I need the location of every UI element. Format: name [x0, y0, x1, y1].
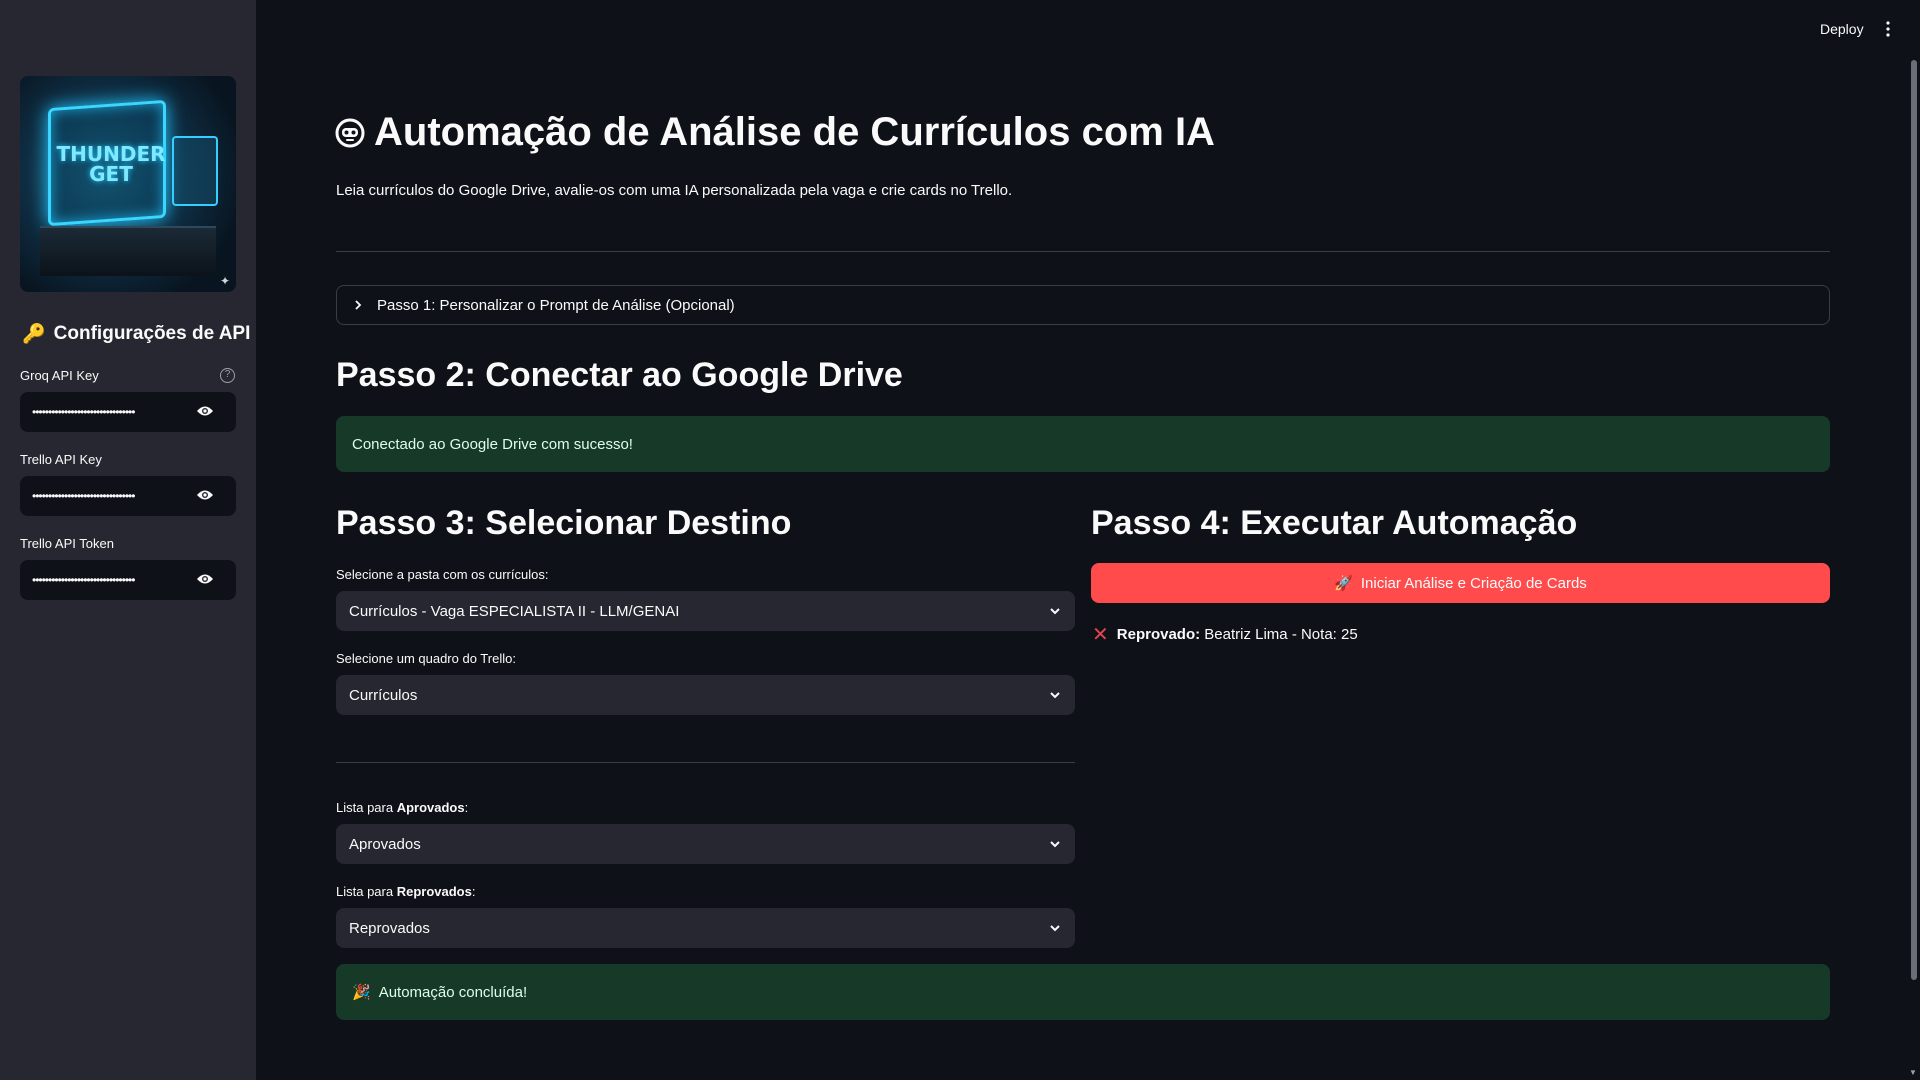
result-detail: Beatriz Lima - Nota: 25	[1204, 626, 1358, 643]
step3-heading: Passo 3: Selecionar Destino	[336, 504, 792, 542]
chevron-down-icon	[1050, 841, 1060, 848]
rejected-label-suffix: :	[471, 884, 476, 899]
groq-api-key-label: Groq API Key	[20, 368, 99, 383]
page-title: Automação de Análise de Currículos com I…	[334, 110, 1215, 155]
logo-panel-shape	[172, 136, 218, 206]
eye-icon[interactable]	[196, 489, 214, 501]
start-analysis-label: Iniciar Análise e Criação de Cards	[1360, 574, 1587, 592]
scroll-down-arrow-icon[interactable]: ▼	[1909, 1068, 1917, 1077]
rejected-list-value: Reprovados	[349, 919, 430, 937]
trello-api-token-input[interactable]: ••••••••••••••••••••••••••••••••	[20, 560, 236, 600]
board-select[interactable]: Currículos	[336, 675, 1075, 715]
board-select-value: Currículos	[349, 686, 418, 704]
help-icon[interactable]: ?	[220, 368, 235, 383]
step1-label: Passo 1: Personalizar o Prompt de Anális…	[377, 296, 735, 314]
step1-prompt-expander[interactable]: Passo 1: Personalizar o Prompt de Anális…	[336, 285, 1830, 325]
trello-api-token-label: Trello API Token	[20, 536, 114, 551]
divider	[336, 762, 1075, 763]
party-popper-icon: 🎉	[352, 984, 371, 1001]
trello-api-key-value: ••••••••••••••••••••••••••••••••	[32, 489, 135, 503]
approved-label-bold: Aprovados	[396, 800, 465, 815]
logo-desk-shape	[40, 226, 216, 276]
page-subtitle: Leia currículos do Google Drive, avalie-…	[336, 182, 1013, 199]
folder-select[interactable]: Currículos - Vaga ESPECIALISTA II - LLM/…	[336, 591, 1075, 631]
folder-select-value: Currículos - Vaga ESPECIALISTA II - LLM/…	[349, 602, 680, 620]
approved-label-prefix: Lista para	[336, 800, 397, 815]
trello-api-token-value: ••••••••••••••••••••••••••••••••	[32, 573, 135, 587]
x-mark-icon: ✕	[1092, 624, 1109, 646]
approved-list-label: Lista para Aprovados:	[336, 800, 468, 815]
divider	[336, 251, 1830, 252]
groq-api-key-input[interactable]: ••••••••••••••••••••••••••••••••	[20, 392, 236, 432]
scrollbar[interactable]	[1911, 60, 1917, 980]
page-title-text: Automação de Análise de Currículos com I…	[374, 110, 1215, 154]
rejected-list-label: Lista para Reprovados:	[336, 884, 475, 899]
app-root: THUNDER GET ✦ 🔑 Configurações de API Gro…	[0, 0, 1920, 1080]
approved-list-select[interactable]: Aprovados	[336, 824, 1075, 864]
robot-face-icon	[335, 118, 365, 147]
trello-api-key-input[interactable]: ••••••••••••••••••••••••••••••••	[20, 476, 236, 516]
folder-select-label: Selecione a pasta com os currículos:	[336, 567, 549, 582]
sparkle-icon: ✦	[219, 274, 230, 288]
start-analysis-button[interactable]: 🚀 Iniciar Análise e Criação de Cards	[1091, 563, 1830, 603]
logo-text: THUNDER GET	[56, 142, 166, 186]
result-item: ✕ Reprovado: Beatriz Lima - Nota: 25	[1092, 622, 1358, 647]
sidebar-logo-image: THUNDER GET ✦	[20, 76, 236, 292]
api-settings-title: 🔑 Configurações de API	[22, 322, 250, 346]
eye-icon[interactable]	[196, 405, 214, 417]
rejected-label-bold: Reprovados	[396, 884, 472, 899]
automation-complete-text: Automação concluída!	[378, 983, 528, 1001]
groq-api-key-value: ••••••••••••••••••••••••••••••••	[32, 405, 135, 419]
rejected-list-select[interactable]: Reprovados	[336, 908, 1075, 948]
rocket-icon: 🚀	[1334, 575, 1353, 592]
eye-icon[interactable]	[196, 573, 214, 585]
result-status: Reprovado:	[1116, 626, 1201, 643]
rejected-label-prefix: Lista para	[336, 884, 397, 899]
chevron-down-icon	[1050, 925, 1060, 932]
trello-api-key-label: Trello API Key	[20, 452, 102, 467]
approved-label-suffix: :	[464, 800, 469, 815]
approved-list-value: Aprovados	[349, 835, 421, 853]
board-select-label: Selecione um quadro do Trello:	[336, 651, 516, 666]
key-icon: 🔑	[22, 324, 46, 345]
step4-heading: Passo 4: Executar Automação	[1091, 504, 1578, 542]
chevron-down-icon	[1050, 608, 1060, 615]
step2-heading: Passo 2: Conectar ao Google Drive	[336, 356, 903, 394]
deploy-button[interactable]: Deploy	[1820, 21, 1864, 37]
api-settings-title-text: Configurações de API	[53, 323, 251, 344]
chevron-down-icon	[1050, 692, 1060, 699]
result-text: Reprovado: Beatriz Lima - Nota: 25	[1117, 626, 1358, 643]
automation-complete-alert: 🎉 Automação concluída!	[336, 964, 1830, 1020]
drive-connected-text: Conectado ao Google Drive com sucesso!	[352, 435, 633, 453]
chevron-right-icon	[355, 300, 362, 310]
kebab-menu-icon[interactable]	[1884, 20, 1892, 38]
drive-connected-alert: Conectado ao Google Drive com sucesso!	[336, 416, 1830, 472]
sidebar: THUNDER GET ✦ 🔑 Configurações de API Gro…	[0, 0, 256, 1080]
